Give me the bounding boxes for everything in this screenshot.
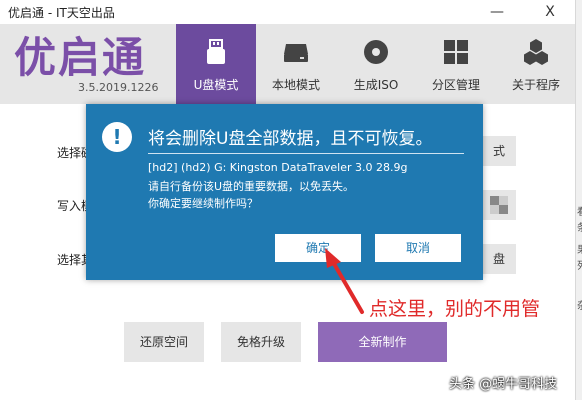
app-window: 优启通 - IT天空出品 — X 优启通 3.5.2019.1226 U盘模式 … xyxy=(0,0,575,400)
edge-text: 果 xyxy=(577,246,582,256)
annotation-text: 点这里，别的不用管 xyxy=(369,298,541,320)
edge-text: 看 xyxy=(577,208,582,218)
edge-text: 条 xyxy=(577,224,582,234)
edge-text: 列 xyxy=(577,262,582,272)
background-window-edge: 看 条 果 列 杂 xyxy=(575,0,582,400)
watermark: 头条 @蜗牛哥科技 xyxy=(449,377,558,392)
annotation-arrow xyxy=(325,248,364,314)
edge-text: 杂 xyxy=(577,302,582,312)
